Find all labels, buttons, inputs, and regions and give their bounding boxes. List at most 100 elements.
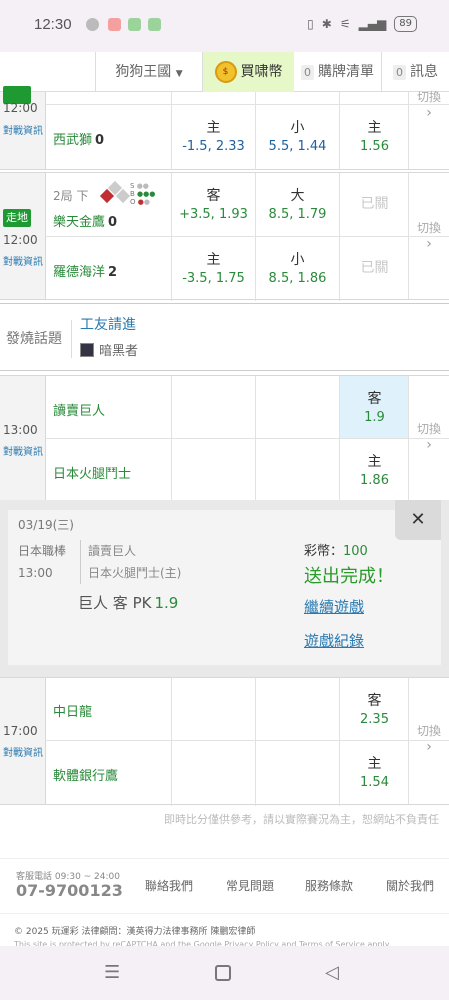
buy-coin-label: 買啸幣 xyxy=(240,64,283,80)
switch-button[interactable]: 切換 › xyxy=(408,90,449,169)
coin-icon: $ xyxy=(214,61,237,83)
lock-icon xyxy=(128,18,141,31)
status-right: ▯ ✱ ⚟ ▂▄▆ 89 xyxy=(307,16,417,32)
team-name[interactable]: 羅德海洋 2 xyxy=(53,261,117,280)
team-row: 中日龍 客 2.35 xyxy=(46,678,449,741)
match-info-link[interactable]: 對戰資訊 xyxy=(3,122,43,137)
list-count-badge: 0 xyxy=(301,64,314,80)
odds-cell-spread[interactable]: 主 -1.5, 2.33 xyxy=(171,105,255,170)
team-name[interactable]: 軟體銀行鷹 xyxy=(53,765,118,784)
match-time: 12:00 xyxy=(3,101,38,115)
odds-cell-spread[interactable]: 主 -3.5, 1.75 xyxy=(171,237,255,301)
messages-button[interactable]: 0 訊息 xyxy=(382,52,449,92)
match-time-col: 17:00 對戰資訊 xyxy=(0,678,46,804)
odds-cell xyxy=(171,439,255,502)
odds-value: 1.54 xyxy=(360,775,389,790)
disclaimer-text: 即時比分僅供參考，請以實際賽況為主，恕網站不負責任 xyxy=(164,813,439,826)
odds-cell-spread[interactable]: 客 +3.5, 1.93 xyxy=(171,173,255,236)
odds-cell-moneyline[interactable]: 主 1.56 xyxy=(339,105,409,170)
team-name[interactable]: 樂天金鷹 0 xyxy=(53,211,117,230)
team-name[interactable]: 讀賣巨人 xyxy=(53,400,105,419)
team-row: 羅德海洋 2 主 -3.5, 1.75 小 8.5, 1.86 已關 xyxy=(46,237,449,301)
ticket-league: 日本職棒 xyxy=(18,544,67,558)
chevron-right-icon: › xyxy=(426,105,432,121)
switch-button[interactable]: 切換 › xyxy=(408,376,449,500)
team-row: 日本火腿鬥士 主 1.86 xyxy=(46,439,449,502)
ball-label: B xyxy=(130,190,135,198)
odds-value: 8.5, 1.79 xyxy=(268,207,327,222)
match-time-col: 走地 12:00 對戰資訊 xyxy=(0,173,46,299)
switch-label: 切換 xyxy=(416,221,441,235)
match-info-link[interactable]: 對戰資訊 xyxy=(3,443,43,458)
odds-cell xyxy=(255,92,339,104)
kingdom-label: 狗狗王國 xyxy=(115,64,172,80)
odds-cell-moneyline[interactable]: 主 1.86 xyxy=(339,439,409,502)
chat-icon xyxy=(86,18,99,31)
continue-game-link[interactable]: 繼續遊戲 xyxy=(304,596,364,617)
odds-label: 主 xyxy=(367,120,382,136)
home-icon[interactable] xyxy=(215,965,231,981)
menu-icon[interactable]: ☰ xyxy=(104,962,120,983)
cs-phone[interactable]: 07-9700123 xyxy=(16,881,123,900)
status-bar: 12:30 ▯ ✱ ⚟ ▂▄▆ 89 xyxy=(0,0,449,52)
odds-value: 5.5, 1.44 xyxy=(268,139,327,154)
hot-topics-label: 發燒話題 xyxy=(6,331,62,347)
odds-value: 1.9 xyxy=(364,410,385,425)
odds-value: 8.5, 1.86 xyxy=(268,271,327,286)
avatar xyxy=(80,343,94,357)
switch-button[interactable]: 切換 › xyxy=(408,678,449,804)
kingdom-dropdown[interactable]: 狗狗王國 ▼ xyxy=(96,52,203,92)
footer-link-contact[interactable]: 聯絡我們 xyxy=(145,877,193,894)
back-icon[interactable]: ◁ xyxy=(325,962,339,983)
bluetooth-icon: ✱ xyxy=(321,17,332,31)
odds-cell-total[interactable]: 小 8.5, 1.86 xyxy=(255,237,339,301)
footer-link-faq[interactable]: 常見問題 xyxy=(226,877,274,894)
match-row: 13:00 對戰資訊 讀賣巨人 客 1.9 日本火腿鬥士 主 1.86 切換 › xyxy=(0,375,449,502)
hot-topic-author[interactable]: 暗黑者 xyxy=(80,340,138,359)
odds-cell xyxy=(171,741,255,806)
odds-cell-total[interactable]: 小 5.5, 1.44 xyxy=(255,105,339,170)
live-badge: 走地 xyxy=(3,209,31,227)
hot-topic-link[interactable]: 工友請進 xyxy=(80,314,136,334)
team-row xyxy=(46,92,449,105)
match-info-link[interactable]: 對戰資訊 xyxy=(3,253,43,268)
match-info-link[interactable]: 對戰資訊 xyxy=(3,744,43,759)
team-row: 西武獅 0 主 -1.5, 2.33 小 5.5, 1.44 主 1.56 xyxy=(46,105,449,170)
ticket-date: 03/19(三) xyxy=(18,518,74,532)
match-row: 17:00 對戰資訊 中日龍 客 2.35 軟體銀行鷹 主 1.54 切換 › xyxy=(0,677,449,806)
strike-label: S xyxy=(130,182,135,190)
odds-cell xyxy=(171,92,255,104)
odds-cell-total[interactable]: 大 8.5, 1.79 xyxy=(255,173,339,236)
odds-label: 主 xyxy=(367,756,382,772)
switch-label: 切換 xyxy=(416,422,441,436)
purchase-list-button[interactable]: 0 購牌清單 xyxy=(294,52,382,92)
match-row: 走地 12:00 對戰資訊 2局 下 S ●● B ●●● O ●● 樂天金鷹 0… xyxy=(0,172,449,301)
odds-label: 主 xyxy=(206,120,221,136)
odds-cell xyxy=(255,439,339,502)
buy-coin-button[interactable]: $ 買啸幣 xyxy=(203,52,294,92)
team-name[interactable]: 中日龍 xyxy=(53,701,92,720)
odds-label: 客 xyxy=(367,391,382,407)
game-record-link[interactable]: 遊戲紀錄 xyxy=(304,630,364,651)
footer-link-terms[interactable]: 服務條款 xyxy=(305,877,353,894)
caret-down-icon: ▼ xyxy=(175,69,183,79)
system-nav-bar: ☰ ◁ xyxy=(0,946,449,1000)
odds-label: 客 xyxy=(367,693,382,709)
switch-label: 切換 xyxy=(416,724,441,738)
team-name[interactable]: 日本火腿鬥士 xyxy=(53,463,131,482)
odds-value: 2.35 xyxy=(360,712,389,727)
footer-link-about[interactable]: 關於我們 xyxy=(386,877,434,894)
switch-button[interactable]: 切換 › xyxy=(408,173,449,299)
odds-cell-moneyline[interactable]: 客 2.35 xyxy=(339,678,409,740)
close-icon[interactable]: ✕ xyxy=(395,500,441,540)
odds-value: 1.86 xyxy=(360,473,389,488)
team-name[interactable]: 西武獅 0 xyxy=(53,129,104,148)
hot-topics: 發燒話題 工友請進 暗黑者 xyxy=(0,303,449,371)
odds-label: 小 xyxy=(290,252,305,268)
odds-cell-moneyline[interactable]: 主 1.54 xyxy=(339,741,409,806)
ticket-zigzag-edge xyxy=(8,657,441,665)
footer: 客服電話 09:30 ~ 24:00 07-9700123 聯絡我們 常見問題 … xyxy=(0,858,449,914)
team-row: 軟體銀行鷹 主 1.54 xyxy=(46,741,449,806)
odds-cell-moneyline-selected[interactable]: 客 1.9 xyxy=(339,376,409,438)
divider xyxy=(71,320,72,358)
